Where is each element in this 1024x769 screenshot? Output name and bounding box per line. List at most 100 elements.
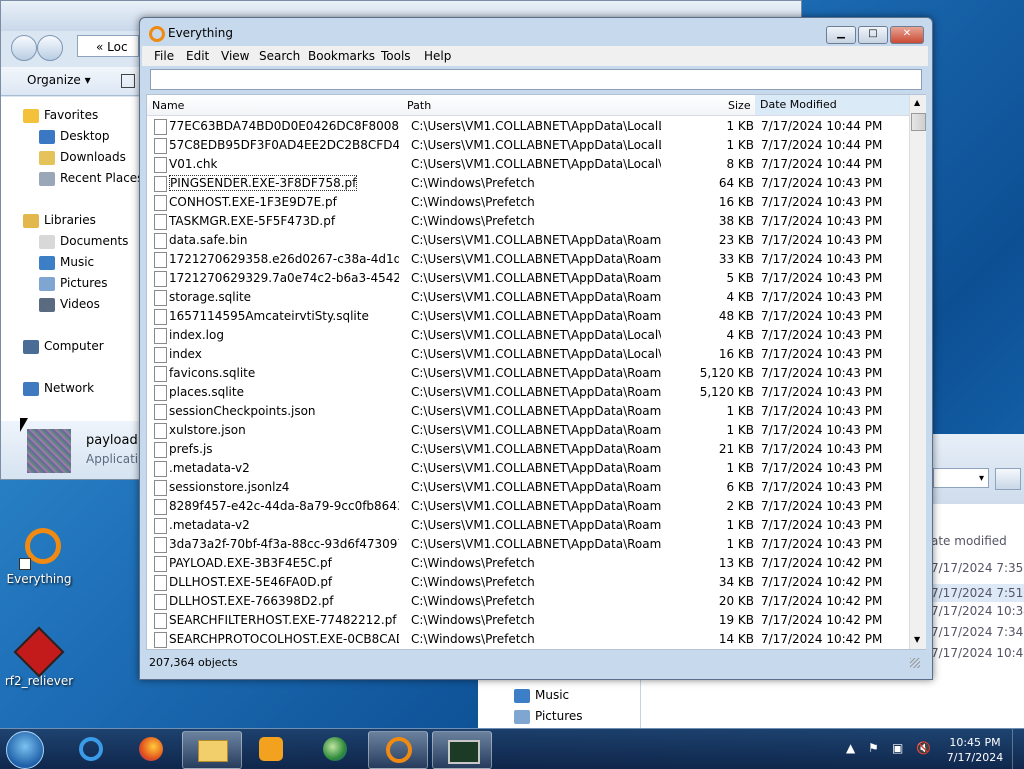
table-row[interactable]: sessionCheckpoints.json C:\Users\VM1.COLL… xyxy=(147,402,909,421)
table-row[interactable]: 1721270629358.e26d0267-c38a-4d1d-aea0...… xyxy=(147,250,909,269)
show-hidden-icons-chevron[interactable]: ▲ xyxy=(846,741,855,755)
table-row[interactable]: sessionstore.jsonlz4 C:\Users\VM1.COLLABN… xyxy=(147,478,909,497)
taskbar-everything[interactable] xyxy=(368,731,428,769)
table-row[interactable]: index.log C:\Users\VM1.COLLABNET\AppData\… xyxy=(147,326,909,345)
table-row[interactable]: SEARCHFILTERHOST.EXE-77482212.pf C:\Windo… xyxy=(147,611,909,630)
taskbar-media-player[interactable] xyxy=(242,731,300,767)
volume-muted-icon[interactable]: 🔇 xyxy=(916,741,931,755)
table-row[interactable]: .metadata-v2 C:\Users\VM1.COLLABNET\AppDa… xyxy=(147,516,909,535)
tree-item-network[interactable]: Network xyxy=(23,378,94,398)
payload-thumbnail xyxy=(27,429,71,473)
file-name: V01.chk xyxy=(169,157,218,171)
taskbar-app[interactable] xyxy=(306,731,364,767)
tree-item-music[interactable]: Music xyxy=(514,688,569,703)
taskbar-clock[interactable]: 10:45 PM 7/17/2024 xyxy=(940,735,1010,765)
table-row[interactable]: 3da73a2f-70bf-4f3a-88cc-93d6f473097d C:\U… xyxy=(147,535,909,554)
table-row[interactable]: xulstore.json C:\Users\VM1.COLLABNET\AppD… xyxy=(147,421,909,440)
tree-item-libraries[interactable]: Libraries xyxy=(23,210,96,230)
menu-help[interactable]: Help xyxy=(424,49,451,63)
file-size: 1 KB xyxy=(726,518,754,532)
menu-file[interactable]: File xyxy=(154,49,174,63)
column-header-path[interactable]: Path xyxy=(407,99,431,112)
tree-item-computer[interactable]: Computer xyxy=(23,336,104,356)
vertical-scrollbar[interactable]: ▲ ▼ xyxy=(909,95,926,649)
table-row[interactable]: CONHOST.EXE-1F3E9D7E.pf C:\Windows\Prefet… xyxy=(147,193,909,212)
menu-search[interactable]: Search xyxy=(259,49,300,63)
close-button[interactable]: ✕ xyxy=(890,26,924,44)
minimize-button[interactable]: ▁ xyxy=(826,26,856,44)
list-item-date-selected[interactable]: 7/17/2024 7:51 PM xyxy=(931,584,1024,602)
organize-button[interactable]: Organize ▾ xyxy=(27,73,91,87)
file-name: .metadata-v2 xyxy=(169,518,250,532)
action-center-flag-icon[interactable]: ⚑ xyxy=(868,741,879,755)
right-explorer-dropdown[interactable]: ▾ xyxy=(933,468,989,488)
table-row[interactable]: data.safe.bin C:\Users\VM1.COLLABNET\AppD… xyxy=(147,231,909,250)
file-size: 38 KB xyxy=(718,214,754,228)
scroll-up-arrow[interactable]: ▲ xyxy=(914,98,920,107)
table-row[interactable]: 8289f457-e42c-44da-8a79-9cc0fb86433e C:\U… xyxy=(147,497,909,516)
column-header-date-modified[interactable]: Date Modified xyxy=(755,95,909,115)
table-row[interactable]: favicons.sqlite C:\Users\VM1.COLLABNET\Ap… xyxy=(147,364,909,383)
tree-item-pictures[interactable]: Pictures xyxy=(39,273,108,293)
column-header-name[interactable]: Name xyxy=(152,99,184,112)
desktop-shortcut-everything[interactable]: Everything xyxy=(4,528,74,586)
tree-item-desktop[interactable]: Desktop xyxy=(39,126,110,146)
tree-item-documents[interactable]: Documents xyxy=(39,231,128,251)
table-row[interactable]: PINGSENDER.EXE-3F8DF758.pf C:\Windows\Pre… xyxy=(147,174,909,193)
file-path: C:\Users\VM1.COLLABNET\AppData\Roamin... xyxy=(411,537,661,551)
tree-item-favorites[interactable]: Favorites xyxy=(23,105,98,125)
forward-button[interactable] xyxy=(37,35,63,61)
taskbar-windows-explorer[interactable] xyxy=(182,731,242,769)
refresh-button[interactable] xyxy=(995,468,1021,490)
menu-view[interactable]: View xyxy=(221,49,249,63)
table-row[interactable]: index C:\Users\VM1.COLLABNET\AppData\Loca… xyxy=(147,345,909,364)
scroll-down-arrow[interactable]: ▼ xyxy=(914,635,920,644)
table-row[interactable]: DLLHOST.EXE-5E46FA0D.pf C:\Windows\Prefet… xyxy=(147,573,909,592)
maximize-button[interactable]: □ xyxy=(858,26,888,44)
table-row[interactable]: prefs.js C:\Users\VM1.COLLABNET\AppData\R… xyxy=(147,440,909,459)
table-row[interactable]: 1721270629329.7a0e74c2-b6a3-4542-bf34-..… xyxy=(147,269,909,288)
table-row[interactable]: 77EC63BDA74BD0D0E0426DC8F8008506 C:\Users… xyxy=(147,117,909,136)
table-row[interactable]: TASKMGR.EXE-5F5F473D.pf C:\Windows\Prefet… xyxy=(147,212,909,231)
menu-bookmarks[interactable]: Bookmarks xyxy=(308,49,375,63)
tree-item-pictures[interactable]: Pictures xyxy=(514,709,583,724)
table-row[interactable]: 57C8EDB95DF3F0AD4EE2DC2B8CFD4157 C:\Users… xyxy=(147,136,909,155)
table-row[interactable]: V01.chk C:\Users\VM1.COLLABNET\AppData\Lo… xyxy=(147,155,909,174)
tree-item-recent-places[interactable]: Recent Places xyxy=(39,168,143,188)
table-row[interactable]: storage.sqlite C:\Users\VM1.COLLABNET\App… xyxy=(147,288,909,307)
tree-item-videos[interactable]: Videos xyxy=(39,294,100,314)
everything-titlebar[interactable]: Everything ▁ □ ✕ xyxy=(140,18,932,46)
scrollbar-thumb[interactable] xyxy=(911,113,926,131)
menu-tools[interactable]: Tools xyxy=(381,49,411,63)
desktop-shortcut-rf2-reliever[interactable]: rf2_reliever xyxy=(4,626,74,688)
taskbar-task-manager[interactable] xyxy=(432,731,492,769)
tree-item-music[interactable]: Music xyxy=(39,252,94,272)
file-date-modified: 7/17/2024 10:42 PM xyxy=(761,575,883,589)
table-row[interactable]: SEARCHPROTOCOLHOST.EXE-0CB8CADE... C:\Win… xyxy=(147,630,909,649)
column-header-size[interactable]: Size xyxy=(728,99,751,112)
table-row[interactable]: PAYLOAD.EXE-3B3F4E5C.pf C:\Windows\Prefet… xyxy=(147,554,909,573)
file-path: C:\Windows\Prefetch xyxy=(411,176,535,190)
column-date-modified[interactable]: ate modified xyxy=(931,534,1007,548)
table-row[interactable]: DLLHOST.EXE-766398D2.pf C:\Windows\Prefet… xyxy=(147,592,909,611)
search-input[interactable] xyxy=(150,69,922,90)
file-icon xyxy=(154,518,167,534)
menu-edit[interactable]: Edit xyxy=(186,49,209,63)
taskbar-firefox[interactable] xyxy=(122,731,180,767)
start-button[interactable] xyxy=(6,731,44,769)
table-row[interactable]: 1657114595AmcateirvtiSty.sqlite C:\Users\… xyxy=(147,307,909,326)
address-bar[interactable]: « Loc xyxy=(77,35,139,57)
back-button[interactable] xyxy=(11,35,37,61)
network-tray-icon[interactable]: ▣ xyxy=(892,741,903,755)
table-row[interactable]: places.sqlite C:\Users\VM1.COLLABNET\AppD… xyxy=(147,383,909,402)
layout-icon[interactable] xyxy=(121,74,135,88)
file-size: 19 KB xyxy=(718,613,754,627)
tree-item-downloads[interactable]: Downloads xyxy=(39,147,126,167)
resize-grip-icon[interactable] xyxy=(910,658,920,668)
show-desktop-button[interactable] xyxy=(1012,729,1024,769)
file-name: 3da73a2f-70bf-4f3a-88cc-93d6f473097d xyxy=(169,537,399,551)
file-name: data.safe.bin xyxy=(169,233,248,247)
table-row[interactable]: .metadata-v2 C:\Users\VM1.COLLABNET\AppDa… xyxy=(147,459,909,478)
file-size: 1 KB xyxy=(726,138,754,152)
taskbar-internet-explorer[interactable] xyxy=(62,731,120,767)
